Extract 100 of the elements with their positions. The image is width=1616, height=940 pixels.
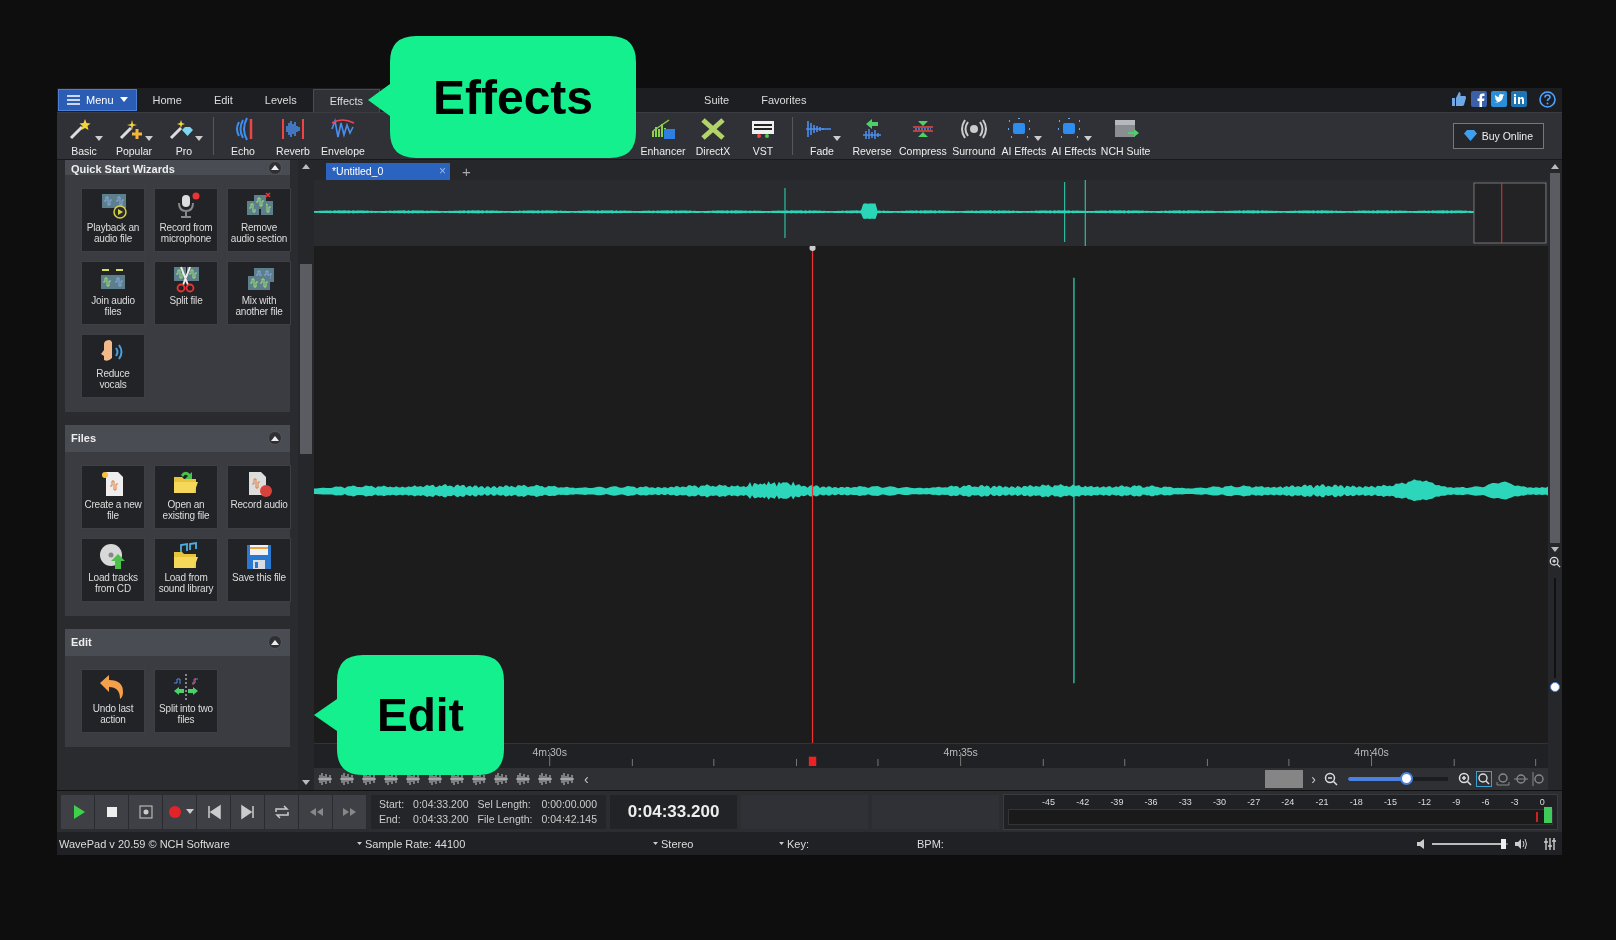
toolbar-button[interactable]: AI Effects (998, 114, 1049, 157)
tab[interactable]: Edit (197, 88, 249, 112)
scrollbar[interactable] (298, 159, 314, 790)
zoom-in-icon[interactable] (1458, 771, 1472, 786)
twitter-icon[interactable] (1491, 91, 1507, 108)
wizard-tile[interactable]: Undo last action (81, 668, 145, 733)
meter-scale-label: -6 (1481, 796, 1490, 807)
wizard-tile[interactable]: Load tracks from CD (81, 537, 145, 602)
menu-button[interactable]: Menu (58, 88, 137, 111)
toolbar-button[interactable]: Enhancer (638, 114, 688, 157)
zoom-out-icon[interactable] (1324, 771, 1338, 786)
loop-button[interactable] (265, 794, 299, 829)
scroll-down-icon[interactable] (302, 780, 310, 786)
scroll-up-icon[interactable] (1551, 163, 1559, 169)
scroll-left-button[interactable]: ‹ (580, 770, 593, 787)
collapse-button[interactable] (268, 160, 282, 175)
vertical-scrollbar[interactable] (1548, 159, 1562, 790)
waveform-tool-icon[interactable] (492, 770, 510, 787)
time-display: 0:04:33.200 (610, 794, 737, 829)
waveform-tool-icon[interactable] (338, 770, 356, 787)
zoom-selection-icon[interactable] (1496, 771, 1510, 786)
rewind-button[interactable] (299, 794, 333, 829)
field-value: 0:04:33.200 (413, 811, 470, 827)
cursor-button[interactable] (129, 794, 163, 829)
wizard-tile[interactable]: Record audio (227, 464, 291, 529)
toolbar-button[interactable]: Fade (797, 114, 847, 157)
toolbar-button[interactable]: Reverse (847, 114, 897, 157)
meter-scale-label: -27 (1247, 796, 1261, 807)
thumbs-up-icon[interactable] (1451, 91, 1467, 108)
help-icon[interactable] (1539, 90, 1556, 108)
tab[interactable]: Levels (248, 88, 313, 112)
toolbar-button[interactable]: Compress (897, 114, 949, 157)
tab[interactable]: Home (136, 88, 198, 112)
linkedin-icon[interactable] (1511, 91, 1527, 108)
stop-button[interactable] (95, 794, 129, 829)
tab[interactable]: Suite (688, 88, 746, 112)
meter-scale-label: -30 (1212, 796, 1226, 807)
tab[interactable]: Favorites (745, 88, 823, 112)
status-dropdown[interactable]: Stereo (653, 837, 779, 850)
wizard-tile[interactable]: Split into two files (154, 668, 218, 733)
section-title: Files (71, 432, 97, 445)
play-button[interactable] (61, 794, 95, 829)
mixer-icon[interactable] (1544, 837, 1556, 850)
volume-low-icon[interactable] (1416, 838, 1426, 849)
callout-text: Edit (377, 688, 464, 742)
scroll-right-button[interactable]: › (1307, 770, 1320, 787)
toolbar-button[interactable]: Pro (159, 114, 209, 157)
wizard-tile[interactable]: Save this file (227, 537, 291, 602)
waveform-tool-icon[interactable] (536, 770, 554, 787)
zoom-vertical-icon[interactable] (1532, 771, 1546, 786)
toolbar-button[interactable]: Envelope (318, 114, 368, 157)
toolbar-button[interactable]: Popular (109, 114, 159, 157)
cursor-icon (136, 802, 155, 821)
toolbar-button[interactable]: Surround (948, 114, 999, 157)
wizard-tile[interactable]: Create a new file (81, 464, 145, 529)
zoom-in-icon[interactable] (1549, 555, 1561, 568)
scroll-thumb[interactable] (1550, 172, 1560, 543)
wizard-tile[interactable]: Split file (154, 260, 218, 325)
wizard-tile[interactable]: Record from microphone (154, 187, 218, 252)
caret-icon (185, 809, 194, 815)
collapse-button[interactable] (268, 635, 282, 650)
document-tab[interactable]: *Untitled_0 × (326, 162, 450, 180)
scroll-up-icon[interactable] (302, 164, 310, 170)
toolbar-button[interactable]: Reverb (268, 114, 318, 157)
wizard-tile[interactable]: Remove audio section (227, 187, 291, 252)
toolbar-button[interactable]: AI Effects (1048, 114, 1099, 157)
fast-forward-button[interactable] (333, 794, 367, 829)
toolbar-button[interactable]: Echo (218, 114, 268, 157)
wizard-tile[interactable]: Mix with another file (227, 260, 291, 325)
wizard-tile[interactable]: Open an existing file (154, 464, 218, 529)
scroll-thumb[interactable] (300, 263, 312, 454)
scroll-thumb[interactable] (1265, 769, 1304, 788)
playhead-marker[interactable] (808, 756, 817, 766)
wizard-tile[interactable]: Load from sound library (154, 537, 218, 602)
status-dropdown[interactable]: Sample Rate: 44100 (357, 837, 653, 850)
zoom-horizontal-icon[interactable] (1514, 771, 1528, 786)
skip-to-end-icon (238, 802, 257, 821)
toolbar-button[interactable]: VST (738, 114, 788, 157)
toolbar-button[interactable]: DirectX (688, 114, 738, 157)
skip-to-start-button[interactable] (197, 794, 231, 829)
buy-online-button[interactable]: Buy Online (1452, 122, 1544, 149)
meter-scale-label: -3 (1510, 796, 1519, 807)
volume-high-icon[interactable] (1514, 838, 1528, 849)
new-tab-button[interactable]: + (456, 163, 477, 180)
vertical-zoom-handle[interactable] (1550, 681, 1560, 692)
wizard-tile[interactable]: Join audio files (81, 260, 145, 325)
skip-to-end-button[interactable] (231, 794, 265, 829)
scroll-down-icon[interactable] (1551, 546, 1559, 552)
facebook-icon[interactable] (1471, 91, 1487, 108)
toolbar-button[interactable]: NCH Suite (1098, 114, 1153, 157)
status-dropdown[interactable]: Key: (779, 837, 863, 850)
waveform-tool-icon[interactable] (514, 770, 532, 787)
tab[interactable]: Effects (312, 88, 381, 112)
wizard-tile[interactable]: Reduce vocals (81, 333, 145, 398)
zoom-fit-icon[interactable] (1476, 770, 1492, 787)
waveform-tool-icon[interactable] (316, 770, 334, 787)
waveform-tool-icon[interactable] (558, 770, 576, 787)
toolbar-button[interactable]: Basic (59, 114, 109, 157)
collapse-button[interactable] (268, 431, 282, 446)
wizard-tile[interactable]: Playback an audio file (81, 187, 145, 252)
